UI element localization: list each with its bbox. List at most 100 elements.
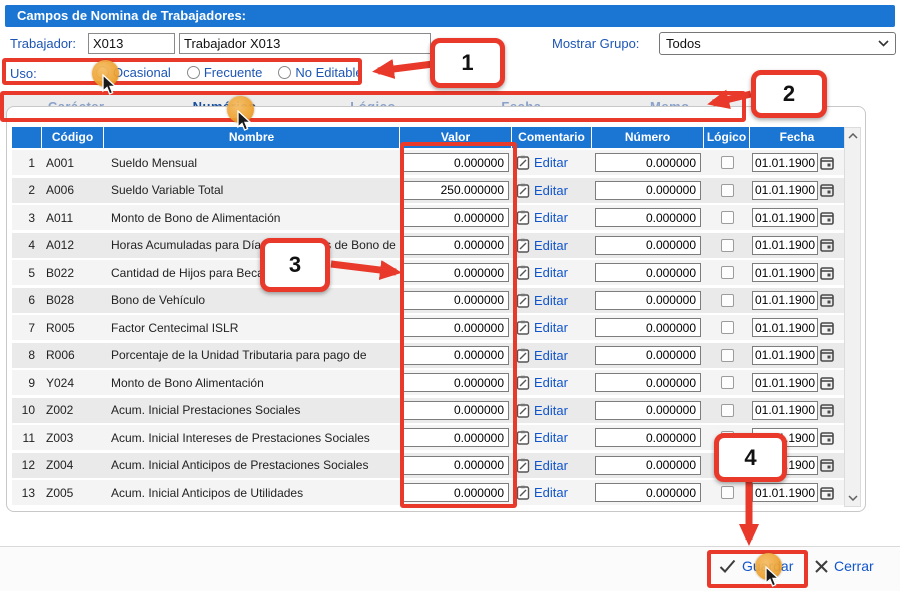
scroll-up-button[interactable] bbox=[845, 128, 860, 144]
editar-link[interactable]: Editar bbox=[534, 320, 568, 335]
close-button[interactable]: Cerrar bbox=[815, 558, 874, 574]
numero-input[interactable] bbox=[595, 428, 701, 447]
numero-input[interactable] bbox=[595, 318, 701, 337]
calendar-icon[interactable] bbox=[820, 266, 834, 280]
fecha-input[interactable] bbox=[752, 373, 818, 392]
valor-input[interactable] bbox=[403, 318, 509, 337]
valor-input[interactable] bbox=[403, 483, 509, 502]
fecha-input[interactable] bbox=[752, 428, 818, 447]
valor-input[interactable] bbox=[403, 236, 509, 255]
numero-input[interactable] bbox=[595, 153, 701, 172]
logico-checkbox[interactable] bbox=[721, 294, 734, 307]
numero-input[interactable] bbox=[595, 236, 701, 255]
valor-input[interactable] bbox=[403, 346, 509, 365]
editar-link[interactable]: Editar bbox=[534, 485, 568, 500]
radio-circle-icon[interactable] bbox=[278, 66, 291, 79]
uso-radio-ocasional[interactable]: Ocasional bbox=[96, 65, 171, 80]
valor-input[interactable] bbox=[403, 401, 509, 420]
editar-link[interactable]: Editar bbox=[534, 458, 568, 473]
col-fecha: Fecha bbox=[750, 127, 844, 148]
scroll-down-button[interactable] bbox=[845, 490, 860, 506]
logico-checkbox[interactable] bbox=[721, 239, 734, 252]
radio-circle-icon[interactable] bbox=[187, 66, 200, 79]
numero-input[interactable] bbox=[595, 373, 701, 392]
editar-link[interactable]: Editar bbox=[534, 183, 568, 198]
valor-input[interactable] bbox=[403, 428, 509, 447]
table-row: 6 B028 Bono de Vehículo Editar bbox=[12, 288, 844, 313]
calendar-icon[interactable] bbox=[820, 293, 834, 307]
valor-input[interactable] bbox=[403, 373, 509, 392]
editar-link[interactable]: Editar bbox=[534, 403, 568, 418]
chevron-down-icon bbox=[878, 40, 889, 47]
logico-checkbox[interactable] bbox=[721, 156, 734, 169]
vertical-scrollbar[interactable] bbox=[844, 127, 861, 507]
fecha-input[interactable] bbox=[752, 346, 818, 365]
valor-input[interactable] bbox=[403, 153, 509, 172]
trabajador-code-input[interactable] bbox=[88, 33, 175, 54]
logico-checkbox[interactable] bbox=[721, 486, 734, 499]
valor-input[interactable] bbox=[403, 208, 509, 227]
logico-checkbox[interactable] bbox=[721, 266, 734, 279]
logico-checkbox[interactable] bbox=[721, 211, 734, 224]
window-title: Campos de Nomina de Trabajadores: bbox=[5, 5, 895, 27]
valor-input[interactable] bbox=[403, 181, 509, 200]
numero-input[interactable] bbox=[595, 181, 701, 200]
fecha-input[interactable] bbox=[752, 181, 818, 200]
calendar-icon[interactable] bbox=[820, 321, 834, 335]
calendar-icon[interactable] bbox=[820, 486, 834, 500]
table-body: 1 A001 Sueldo Mensual Editar 2 A006 Suel… bbox=[12, 150, 844, 505]
numero-input[interactable] bbox=[595, 208, 701, 227]
valor-input[interactable] bbox=[403, 291, 509, 310]
logico-checkbox[interactable] bbox=[721, 404, 734, 417]
numero-input[interactable] bbox=[595, 291, 701, 310]
editar-link[interactable]: Editar bbox=[534, 293, 568, 308]
numero-input[interactable] bbox=[595, 401, 701, 420]
fecha-input[interactable] bbox=[752, 401, 818, 420]
uso-radio-frecuente[interactable]: Frecuente bbox=[187, 65, 263, 80]
valor-input[interactable] bbox=[403, 263, 509, 282]
numero-input[interactable] bbox=[595, 483, 701, 502]
trabajador-name-input[interactable] bbox=[179, 33, 431, 54]
logico-checkbox[interactable] bbox=[721, 376, 734, 389]
calendar-icon[interactable] bbox=[820, 403, 834, 417]
calendar-icon[interactable] bbox=[820, 238, 834, 252]
logico-checkbox[interactable] bbox=[721, 184, 734, 197]
logico-checkbox[interactable] bbox=[721, 321, 734, 334]
editar-link[interactable]: Editar bbox=[534, 348, 568, 363]
uso-radio-no-editable[interactable]: No Editable bbox=[278, 65, 362, 80]
radio-circle-icon[interactable] bbox=[96, 66, 109, 79]
logico-checkbox[interactable] bbox=[721, 431, 734, 444]
editar-link[interactable]: Editar bbox=[534, 375, 568, 390]
check-icon bbox=[719, 559, 736, 573]
editar-link[interactable]: Editar bbox=[534, 430, 568, 445]
table-row: 11 Z003 Acum. Inicial Intereses de Prest… bbox=[12, 425, 844, 450]
save-button[interactable]: Guardar bbox=[719, 558, 793, 574]
editar-link[interactable]: Editar bbox=[534, 155, 568, 170]
fecha-input[interactable] bbox=[752, 153, 818, 172]
mostrar-grupo-select[interactable]: Todos bbox=[659, 32, 896, 55]
calendar-icon[interactable] bbox=[820, 211, 834, 225]
editar-link[interactable]: Editar bbox=[534, 238, 568, 253]
fecha-input[interactable] bbox=[752, 483, 818, 502]
logico-checkbox[interactable] bbox=[721, 349, 734, 362]
editar-link[interactable]: Editar bbox=[534, 265, 568, 280]
valor-input[interactable] bbox=[403, 456, 509, 475]
fecha-input[interactable] bbox=[752, 291, 818, 310]
fecha-input[interactable] bbox=[752, 208, 818, 227]
calendar-icon[interactable] bbox=[820, 376, 834, 390]
row-code: A012 bbox=[42, 238, 104, 252]
calendar-icon[interactable] bbox=[820, 431, 834, 445]
numero-input[interactable] bbox=[595, 263, 701, 282]
fecha-input[interactable] bbox=[752, 456, 818, 475]
editar-link[interactable]: Editar bbox=[534, 210, 568, 225]
calendar-icon[interactable] bbox=[820, 458, 834, 472]
fecha-input[interactable] bbox=[752, 236, 818, 255]
numero-input[interactable] bbox=[595, 346, 701, 365]
fecha-input[interactable] bbox=[752, 318, 818, 337]
calendar-icon[interactable] bbox=[820, 348, 834, 362]
fecha-input[interactable] bbox=[752, 263, 818, 282]
logico-checkbox[interactable] bbox=[721, 459, 734, 472]
calendar-icon[interactable] bbox=[820, 183, 834, 197]
calendar-icon[interactable] bbox=[820, 156, 834, 170]
numero-input[interactable] bbox=[595, 456, 701, 475]
